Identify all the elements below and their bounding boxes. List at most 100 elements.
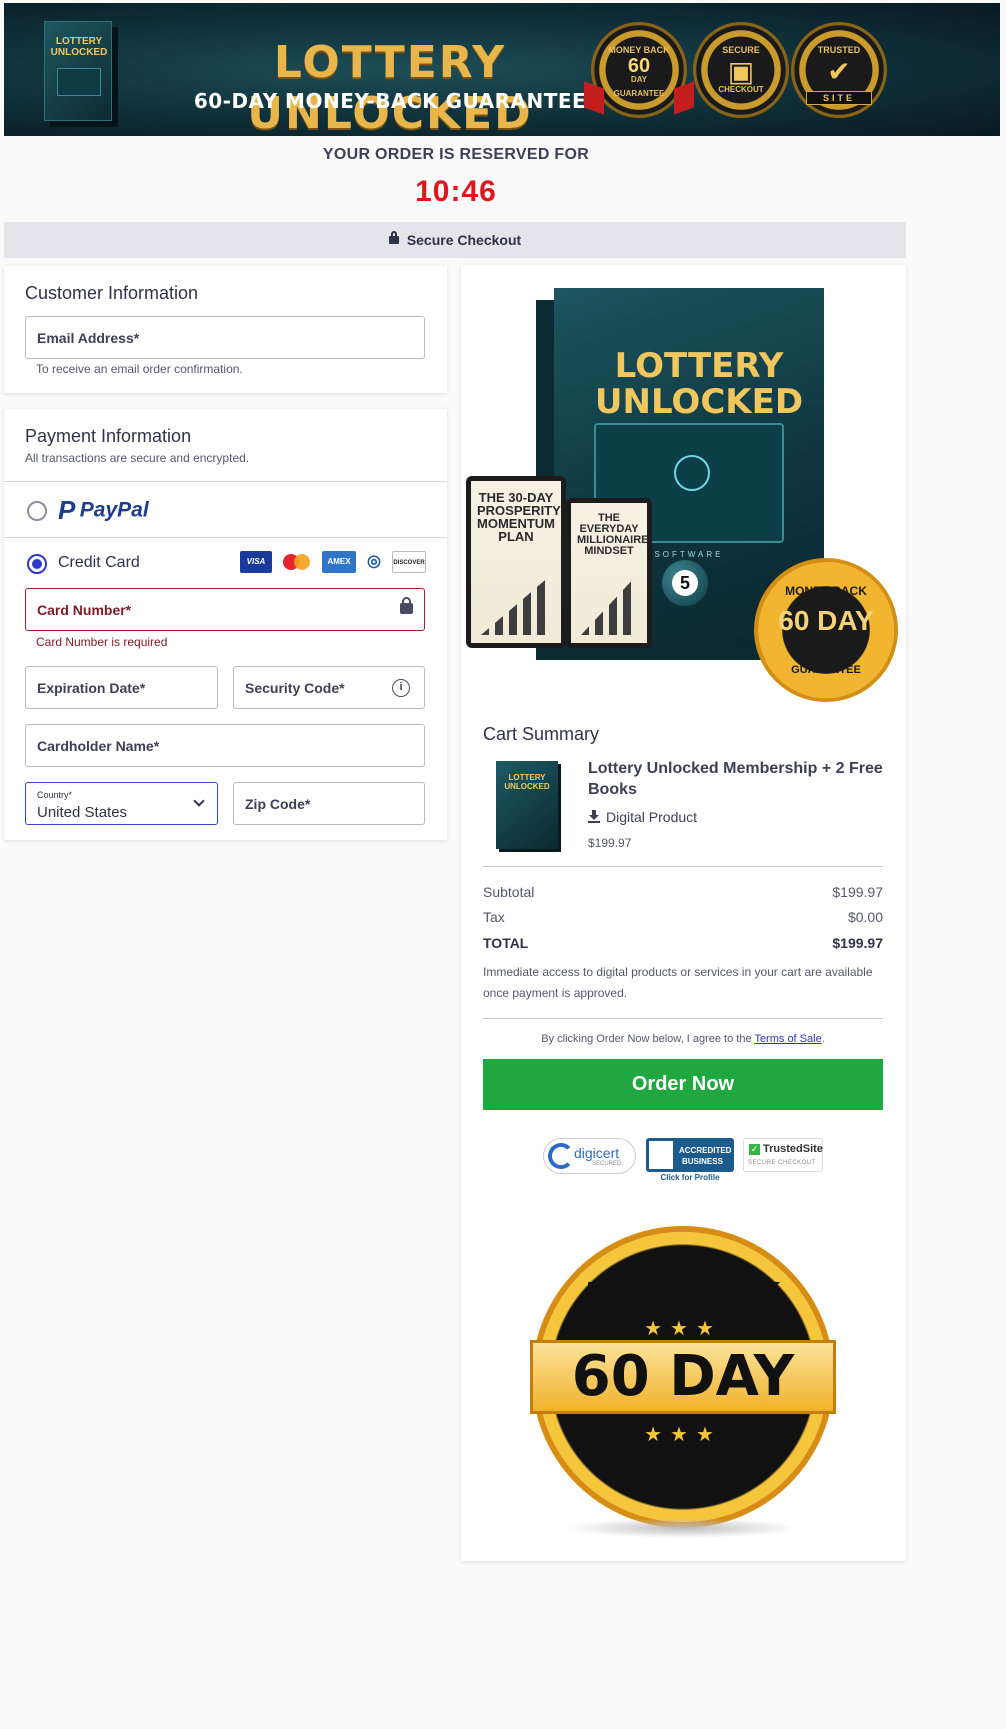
stars-icon: ★★★ <box>644 1318 722 1340</box>
banner-subtitle: 60-DAY MONEY-BACK GUARANTEE <box>193 89 587 113</box>
card-number-placeholder: Card Number* <box>37 601 132 618</box>
stars-icon: ★★★ <box>644 1424 722 1446</box>
thumbnail-title: LOTTERY UNLOCKED <box>504 773 550 791</box>
divider <box>4 481 447 482</box>
discover-icon: DISCOVER <box>392 551 426 573</box>
security-code-field[interactable]: Security Code* i <box>233 666 425 709</box>
paypal-radio[interactable] <box>27 501 47 521</box>
expiration-date-field[interactable]: Expiration Date* <box>25 666 218 709</box>
product-type: Digital Product <box>588 809 697 825</box>
country-select[interactable]: Country* United States <box>25 782 218 825</box>
reservation-label: YOUR ORDER IS RESERVED FOR <box>322 146 590 163</box>
guarantee-seal-small: MONEY BACK 60 DAY GUARANTEE <box>758 562 894 698</box>
credit-card-radio[interactable] <box>27 554 47 574</box>
lock-shackle <box>402 597 411 605</box>
bbb-badge[interactable]: ACCREDITED BUSINESS <box>646 1138 734 1172</box>
seal-top-text: MONEY BACK <box>785 584 867 598</box>
cart-summary-title: Cart Summary <box>483 724 600 744</box>
checkmark-icon: ✔ <box>827 56 851 87</box>
header-banner: LOTTERY UNLOCKED LOTTERY UNLOCKED 60-DAY… <box>4 3 1000 136</box>
payment-info-title: Payment Information <box>25 426 192 446</box>
expiration-date-placeholder: Expiration Date* <box>37 679 146 696</box>
email-field[interactable]: Email Address* <box>25 316 425 359</box>
ball-number: 5 <box>672 570 698 596</box>
total-label: TOTAL <box>483 935 529 951</box>
seal-shadow <box>565 1518 801 1538</box>
trustedsite-sub: SECURE CHECKOUT <box>748 1160 816 1166</box>
secure-checkout-seal: SECURE ▣ CHECKOUT <box>696 25 786 115</box>
country-value: United States <box>37 804 128 821</box>
paypal-icon: P <box>58 495 76 525</box>
bbb-line1: ACCREDITED <box>679 1146 732 1155</box>
card-number-field[interactable]: Card Number* <box>25 588 425 631</box>
secure-checkout-label: Secure Checkout <box>406 232 522 248</box>
product-box-image: LOTTERY UNLOCKED <box>44 21 112 121</box>
seal-bottom-text: GUARANTEE <box>613 89 665 98</box>
seal-mid-text: 60 DAY <box>778 605 874 636</box>
seal-mid-text: 60 DAY <box>571 1344 795 1409</box>
product-thumbnail: LOTTERY UNLOCKED <box>496 761 558 849</box>
subtotal-label: Subtotal <box>483 884 535 900</box>
digicert-sub: SECURED <box>592 1161 622 1167</box>
product-image: LOTTERY UNLOCKED SOFTWARE THE 30-DAY PRO… <box>466 272 896 698</box>
cardholder-name-placeholder: Cardholder Name* <box>37 737 160 754</box>
bbb-icon <box>649 1141 673 1169</box>
terms-of-sale-link[interactable]: Terms of Sale <box>754 1033 821 1045</box>
divider <box>483 866 883 867</box>
seal-day-text: DAY <box>630 75 648 84</box>
seal-bottom-text: SITE <box>806 91 872 105</box>
paypal-option[interactable]: P PayPal <box>58 495 149 525</box>
trusted-site-seal: TRUSTED ✔ SITE <box>794 25 884 115</box>
subtotal-value: $199.97 <box>832 884 883 900</box>
zip-code-placeholder: Zip Code* <box>245 795 311 812</box>
trustedsite-label: TrustedSite <box>763 1143 823 1155</box>
product-box-title: LOTTERY UNLOCKED <box>594 346 804 422</box>
digicert-icon <box>548 1143 574 1169</box>
zip-code-field[interactable]: Zip Code* <box>233 782 425 825</box>
product-box-screen <box>57 68 101 96</box>
cardholder-name-field[interactable]: Cardholder Name* <box>25 724 425 767</box>
lock-icon: ▣ <box>727 56 755 87</box>
lottery-ball: 5 <box>662 560 708 606</box>
email-help-text: To receive an email order confirmation. <box>36 362 243 376</box>
diners-club-icon: ◎ <box>362 551 386 573</box>
divider <box>483 1018 883 1019</box>
mastercard-icon <box>279 551 315 573</box>
seal-bottom-text: CHECKOUT <box>718 85 764 94</box>
visa-icon: VISA <box>240 551 272 573</box>
info-icon[interactable]: i <box>392 679 410 697</box>
check-icon: ✓ <box>749 1144 760 1155</box>
payment-subtitle: All transactions are secure and encrypte… <box>25 451 250 465</box>
bbb-profile-link[interactable]: Click for Profile <box>646 1173 734 1182</box>
product-name: Lottery Unlocked Membership + 2 Free Boo… <box>588 760 883 798</box>
seal-bottom-text: GUARANTEE <box>594 1448 772 1478</box>
card-number-error: Card Number is required <box>36 635 168 649</box>
credit-card-label[interactable]: Credit Card <box>58 554 140 572</box>
terms-text: By clicking Order Now below, I agree to … <box>483 1033 883 1045</box>
divider <box>4 537 447 538</box>
secure-checkout-bar: Secure Checkout <box>4 222 906 258</box>
countdown-timer: 10:46 <box>415 175 497 208</box>
book-2-title: THE EVERYDAY MILLIONAIRE MINDSET <box>577 512 649 557</box>
book-1-title: THE 30-DAY PROSPERITY MOMENTUM PLAN <box>477 490 561 544</box>
access-note: Immediate access to digital products or … <box>483 965 873 1000</box>
chevron-down-icon <box>193 795 205 807</box>
seal-bottom-text: GUARANTEE <box>791 664 861 676</box>
digicert-label: digicert <box>574 1145 620 1161</box>
security-code-placeholder: Security Code* <box>245 679 345 696</box>
product-type-label: Digital Product <box>606 809 698 825</box>
customer-info-card: Customer Information Email Address* To r… <box>4 266 447 393</box>
money-back-seal: MONEY BACK 60 DAY GUARANTEE <box>594 25 684 115</box>
guarantee-seal-large: MONEY BACK ★★★ 60 DAY ★★★ GUARANTEE <box>530 1232 836 1522</box>
trustedsite-badge[interactable]: ✓ TrustedSite SECURE CHECKOUT <box>743 1138 823 1172</box>
digicert-badge[interactable]: digicert SECURED <box>543 1138 636 1174</box>
banner-title: LOTTERY UNLOCKED <box>247 37 533 136</box>
paypal-label: PayPal <box>79 498 149 522</box>
order-now-button[interactable]: Order Now <box>483 1059 883 1110</box>
customer-info-title: Customer Information <box>25 283 199 303</box>
book-tablet-2: THE EVERYDAY MILLIONAIRE MINDSET <box>566 498 652 648</box>
product-price: $199.97 <box>588 836 632 850</box>
amex-icon: AMEX <box>322 551 356 573</box>
tax-label: Tax <box>483 909 505 925</box>
product-box-title: LOTTERY UNLOCKED <box>50 36 108 58</box>
